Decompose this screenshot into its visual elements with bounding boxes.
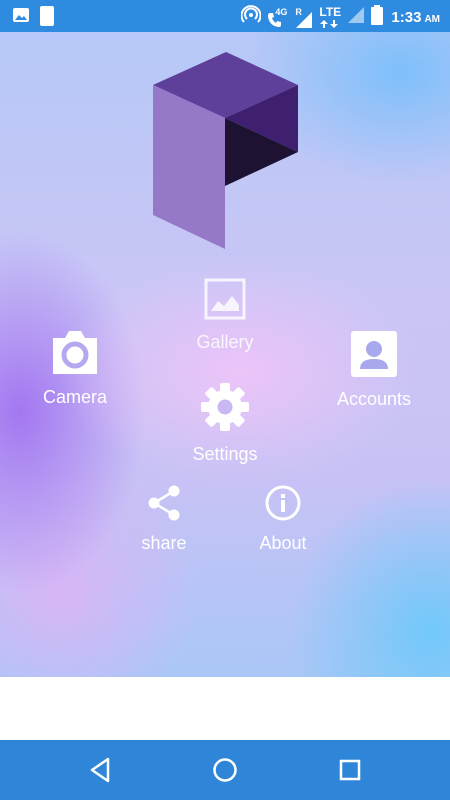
lte-label: LTE — [319, 4, 342, 19]
status-bar: 4G R LTE 1:33 AM — [0, 0, 450, 32]
back-button[interactable] — [86, 755, 116, 785]
lte-signal: LTE — [319, 4, 342, 29]
battery-icon — [371, 5, 384, 30]
hotspot-icon — [240, 5, 262, 30]
signal-icon: R — [295, 7, 313, 28]
share-button[interactable]: share — [114, 484, 214, 554]
recents-button[interactable] — [335, 755, 365, 785]
accounts-label: Accounts — [336, 389, 412, 409]
network-tag: 4G — [275, 6, 288, 17]
camera-button[interactable]: Camera — [25, 328, 125, 408]
camera-icon — [25, 328, 125, 381]
status-time: 1:33 — [391, 9, 422, 26]
image-notification-icon — [12, 6, 30, 31]
back-icon — [86, 757, 116, 789]
camera-label: Camera — [42, 387, 108, 407]
home-button[interactable] — [210, 755, 240, 785]
about-button[interactable]: About — [233, 484, 333, 554]
home-icon — [210, 758, 240, 789]
settings-label: Settings — [192, 444, 258, 464]
status-ampm: AM — [424, 14, 440, 25]
volte-call-icon: 4G — [267, 6, 289, 28]
signal-icon-secondary — [347, 6, 365, 29]
gallery-button[interactable]: Gallery — [175, 277, 275, 353]
recents-icon — [335, 759, 365, 789]
gallery-label: Gallery — [196, 332, 254, 352]
accounts-icon — [324, 330, 424, 383]
about-label: About — [259, 533, 307, 553]
navigation-bar — [0, 740, 450, 800]
share-label: share — [141, 533, 187, 553]
bottom-blank-area — [0, 677, 450, 740]
accounts-button[interactable]: Accounts — [324, 330, 424, 410]
settings-button[interactable]: Settings — [175, 381, 275, 465]
clock: 1:33 AM — [389, 9, 440, 26]
gallery-icon — [175, 277, 275, 326]
settings-gear-icon — [175, 381, 275, 438]
main-area: Gallery Camera Accounts Settings share A… — [0, 32, 450, 677]
sim-notification-icon — [40, 6, 54, 31]
app-logo — [150, 52, 302, 257]
info-icon — [233, 484, 333, 527]
share-icon — [114, 484, 214, 527]
